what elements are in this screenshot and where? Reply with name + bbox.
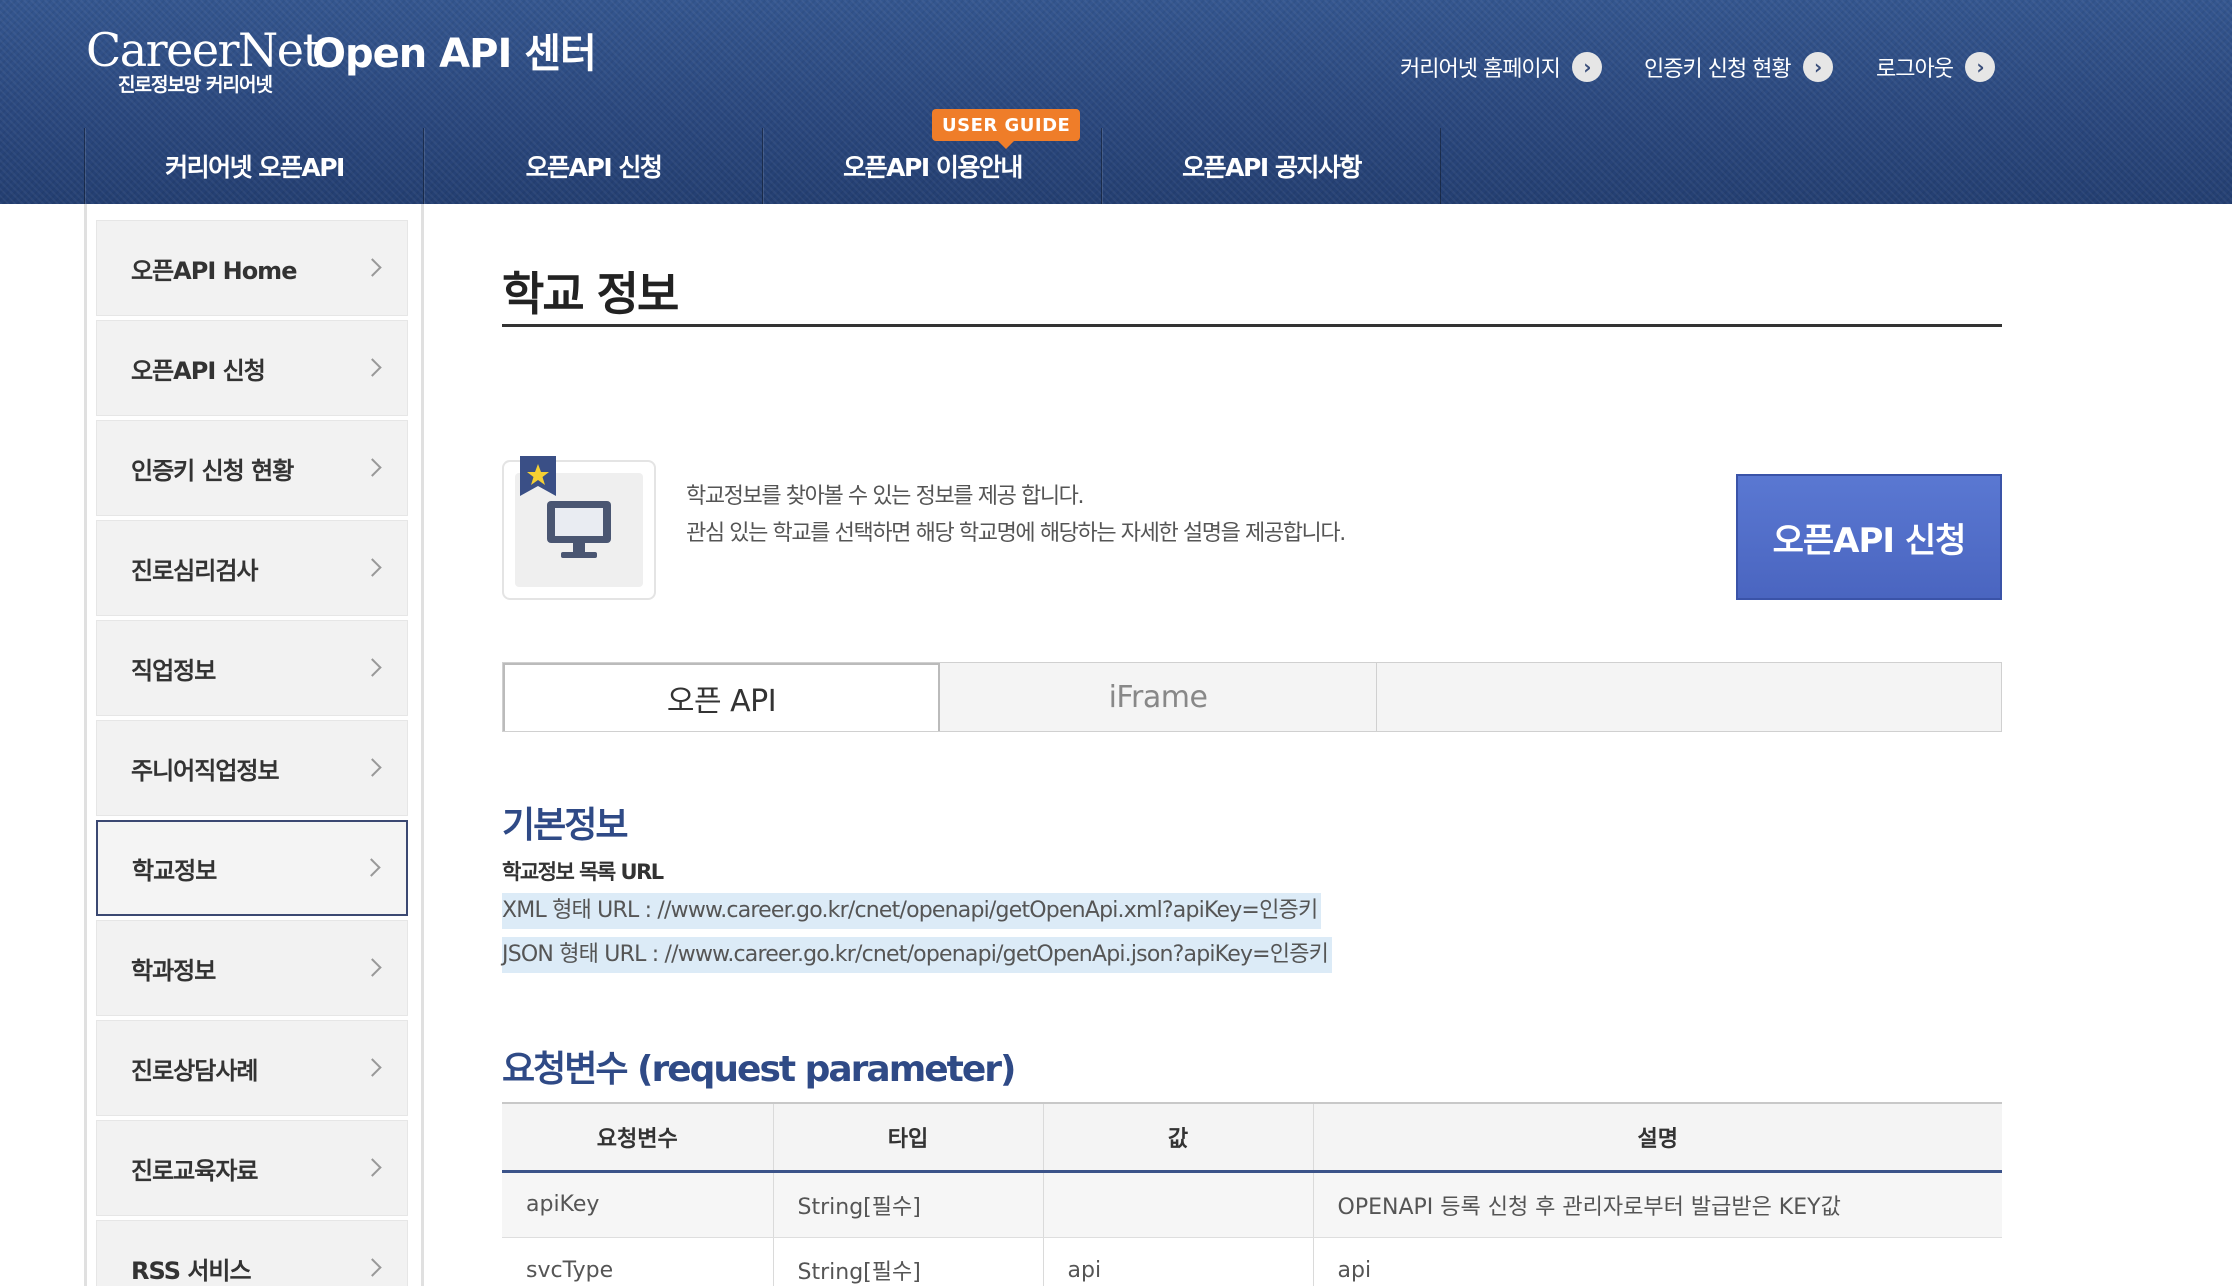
basic-info-title: 기본정보 (502, 805, 628, 846)
sidebar-item-label: 학과정보 (131, 956, 216, 985)
table-header-cell: 타입 (773, 1102, 1044, 1173)
tab-iframe[interactable]: iFrame (940, 663, 1377, 731)
intro-line: 관심 있는 학교를 선택하면 해당 학교명에 해당하는 자세한 설명을 제공합니… (686, 521, 1346, 546)
sidebar-item-label: 진로심리검사 (131, 556, 258, 585)
sidebar-item-label: 직업정보 (131, 656, 216, 685)
util-link-label: 커리어넷 홈페이지 (1400, 57, 1561, 82)
json-url-line[interactable]: JSON 형태 URL : //www.career.go.kr/cnet/op… (502, 937, 1333, 973)
chevron-right-icon (363, 1058, 382, 1077)
chevron-right-icon (363, 1158, 382, 1177)
table-cell: svcType (502, 1237, 774, 1286)
page-title: 학교 정보 (502, 267, 679, 321)
table-row: apiKey String[필수] OPENAPI 등록 신청 후 관리자로부터… (502, 1171, 2002, 1238)
gnb-item-openapi[interactable]: 커리어넷 오픈API (85, 128, 424, 204)
table-cell: String[필수] (773, 1171, 1044, 1238)
util-link-logout[interactable]: 로그아웃 › (1876, 50, 1995, 84)
chevron-right-icon (363, 458, 382, 477)
sidebar-item-rss[interactable]: RSS 서비스 (96, 1220, 408, 1286)
table-cell: api (1313, 1237, 2002, 1286)
chevron-right-icon (363, 558, 382, 577)
apply-openapi-button[interactable]: 오픈API 신청 (1736, 474, 2002, 600)
star-ribbon-icon (520, 456, 556, 496)
app-title: Open API 센터 (312, 31, 597, 77)
sidebar-item-edu-material[interactable]: 진로교육자료 (96, 1120, 408, 1216)
sidebar-item-label: 주니어직업정보 (131, 756, 280, 785)
chevron-right-icon (363, 658, 382, 677)
sidebar-item-label: 오픈API Home (131, 256, 297, 285)
table-cell: OPENAPI 등록 신청 후 관리자로부터 발급받은 KEY값 (1313, 1171, 2002, 1238)
request-params-table: 요청변수 타입 값 설명 apiKey String[필수] OPENAPI 등… (502, 1102, 2002, 1286)
table-header-cell: 요청변수 (502, 1102, 774, 1173)
sidebar-item-label: 학교정보 (132, 856, 217, 885)
sidebar-item-school-info[interactable]: 학교정보 (96, 820, 408, 916)
sidebar-item-label: 진로교육자료 (131, 1156, 258, 1185)
table-cell: api (1043, 1237, 1314, 1286)
table-header-cell: 설명 (1313, 1102, 2002, 1173)
tab-openapi[interactable]: 오픈 API (503, 663, 940, 731)
intro-icon-box (502, 456, 656, 600)
sidebar-item-label: 진로상담사례 (131, 1056, 258, 1085)
chevron-right-icon (363, 258, 382, 277)
sidebar-item-psych-test[interactable]: 진로심리검사 (96, 520, 408, 616)
user-guide-badge: USER GUIDE (932, 109, 1081, 149)
chevron-circle-right-icon: › (1964, 52, 1995, 82)
table-header-cell: 값 (1043, 1102, 1314, 1173)
sidebar-item-home[interactable]: 오픈API Home (96, 220, 408, 316)
sidebar-item-label: 인증키 신청 현황 (131, 456, 294, 485)
intro-line: 학교정보를 찾아볼 수 있는 정보를 제공 합니다. (686, 484, 1085, 509)
table-cell (1043, 1171, 1314, 1238)
gnb-item-apply[interactable]: 오픈API 신청 (424, 128, 763, 204)
sidebar-item-key-status[interactable]: 인증키 신청 현황 (96, 420, 408, 516)
chevron-circle-right-icon: › (1571, 52, 1602, 82)
sidebar-item-major-info[interactable]: 학과정보 (96, 920, 408, 1016)
intro-description: 학교정보를 찾아볼 수 있는 정보를 제공 합니다. 관심 있는 학교를 선택하… (686, 478, 1346, 552)
logo-text: CareerNet (86, 23, 321, 77)
xml-url-line[interactable]: XML 형태 URL : //www.career.go.kr/cnet/ope… (502, 893, 1322, 929)
table-row: svcType String[필수] api api (502, 1237, 2002, 1286)
sidebar-item-apply[interactable]: 오픈API 신청 (96, 320, 408, 416)
util-link-label: 로그아웃 (1876, 57, 1954, 82)
chevron-right-icon (363, 758, 382, 777)
util-link-label: 인증키 신청 현황 (1644, 57, 1792, 82)
sidebar-item-label: 오픈API 신청 (131, 356, 266, 385)
util-link-key-status[interactable]: 인증키 신청 현황 › (1644, 50, 1833, 84)
request-params-title: 요청변수 (request parameter) (502, 1049, 1016, 1090)
api-tabs: 오픈 API iFrame (502, 662, 2002, 732)
table-header-row: 요청변수 타입 값 설명 (502, 1102, 2002, 1173)
chevron-right-icon (362, 858, 381, 877)
chevron-circle-right-icon: › (1802, 52, 1833, 82)
chevron-right-icon (363, 358, 382, 377)
careernet-logo[interactable]: CareerNet 진로정보망 커리어넷 (86, 23, 321, 96)
table-cell: String[필수] (773, 1237, 1044, 1286)
sidebar-item-label: RSS 서비스 (131, 1256, 252, 1285)
table-cell: apiKey (502, 1171, 774, 1238)
chevron-right-icon (363, 1258, 382, 1277)
sidebar-item-junior-job[interactable]: 주니어직업정보 (96, 720, 408, 816)
chevron-right-icon (363, 958, 382, 977)
global-nav: 커리어넷 오픈API 오픈API 신청 오픈API 이용안내 오픈API 공지사… (84, 128, 1441, 204)
logo-subtitle: 진로정보망 커리어넷 (118, 74, 273, 96)
title-divider (502, 324, 2002, 327)
util-link-homepage[interactable]: 커리어넷 홈페이지 › (1400, 50, 1602, 84)
site-header: CareerNet 진로정보망 커리어넷 Open API 센터 커리어넷 홈페… (0, 0, 2232, 204)
url-caption: 학교정보 목록 URL (502, 860, 664, 884)
sidebar-item-job-info[interactable]: 직업정보 (96, 620, 408, 716)
sidebar-item-counseling[interactable]: 진로상담사례 (96, 1020, 408, 1116)
gnb-item-notice[interactable]: 오픈API 공지사항 (1102, 128, 1441, 204)
